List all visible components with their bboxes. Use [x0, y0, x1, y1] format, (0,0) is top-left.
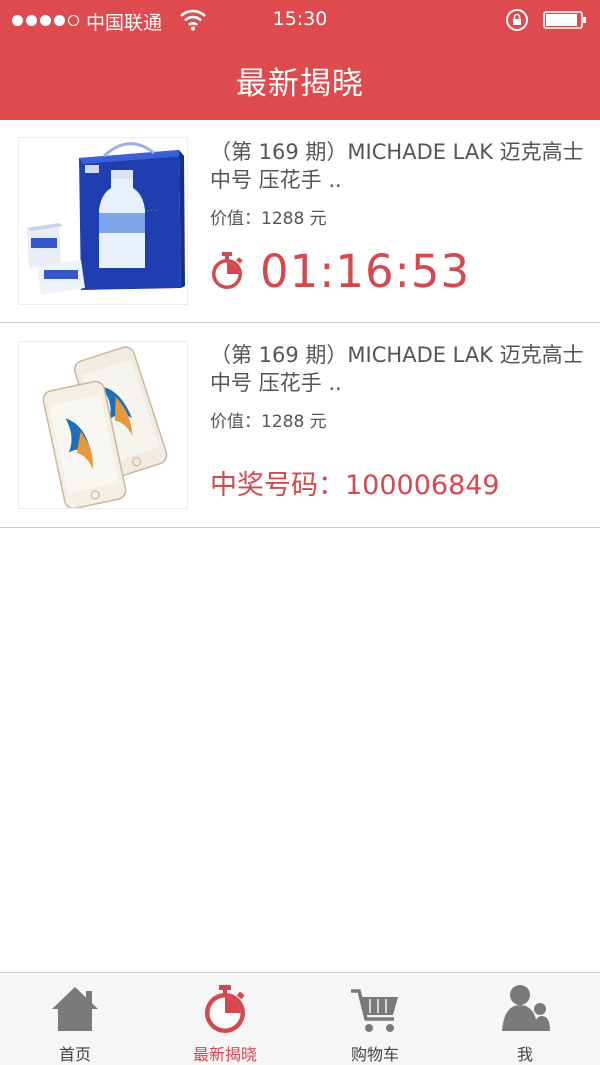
rotation-lock-icon	[506, 9, 528, 31]
product-title[interactable]: （第 169 期）MICHADE LAK 迈克高士 中号 压花手 ..	[210, 138, 585, 194]
product-image-milk-box[interactable]: · · ·	[18, 137, 188, 305]
tab-me[interactable]: 我	[450, 973, 600, 1065]
stopwatch-icon	[212, 252, 243, 289]
user-icon	[502, 985, 550, 1031]
tab-latest-reveal[interactable]: 最新揭晓	[150, 973, 300, 1065]
winning-number: 中奖号码：100006849	[210, 470, 500, 501]
cart-icon	[351, 989, 398, 1032]
product-price: 价值：1288 元	[210, 209, 327, 229]
stopwatch-icon	[205, 985, 245, 1033]
countdown-timer: 01:16:53	[260, 244, 471, 298]
svg-text:· · ·: · · ·	[147, 208, 157, 215]
home-icon	[52, 987, 98, 1031]
battery-icon	[543, 11, 586, 29]
countdown: 01:16:53	[210, 243, 470, 299]
status-bar: 中国联通 15:30	[0, 0, 600, 40]
product-price: 价值：1288 元	[210, 412, 327, 432]
list-item[interactable]: · · · （第 169 期）MICHADE LAK 迈克高士 中号 压花手 .…	[0, 120, 600, 323]
tab-cart[interactable]: 购物车	[300, 973, 450, 1065]
page-title: 最新揭晓	[236, 66, 364, 102]
tab-label: 我	[516, 1045, 533, 1064]
tab-label: 购物车	[350, 1045, 399, 1064]
product-image-phones[interactable]	[18, 341, 188, 509]
list-item[interactable]: （第 169 期）MICHADE LAK 迈克高士 中号 压花手 .. 价值：1…	[0, 323, 600, 528]
product-title[interactable]: （第 169 期）MICHADE LAK 迈克高士 中号 压花手 ..	[210, 341, 585, 397]
tab-home[interactable]: 首页	[0, 973, 150, 1065]
header: 中国联通 15:30 最新揭晓	[0, 0, 600, 120]
tab-label: 最新揭晓	[192, 1045, 257, 1064]
tab-label: 首页	[58, 1045, 91, 1064]
tab-bar: 首页 最新揭晓 购物车 我	[0, 972, 600, 1065]
